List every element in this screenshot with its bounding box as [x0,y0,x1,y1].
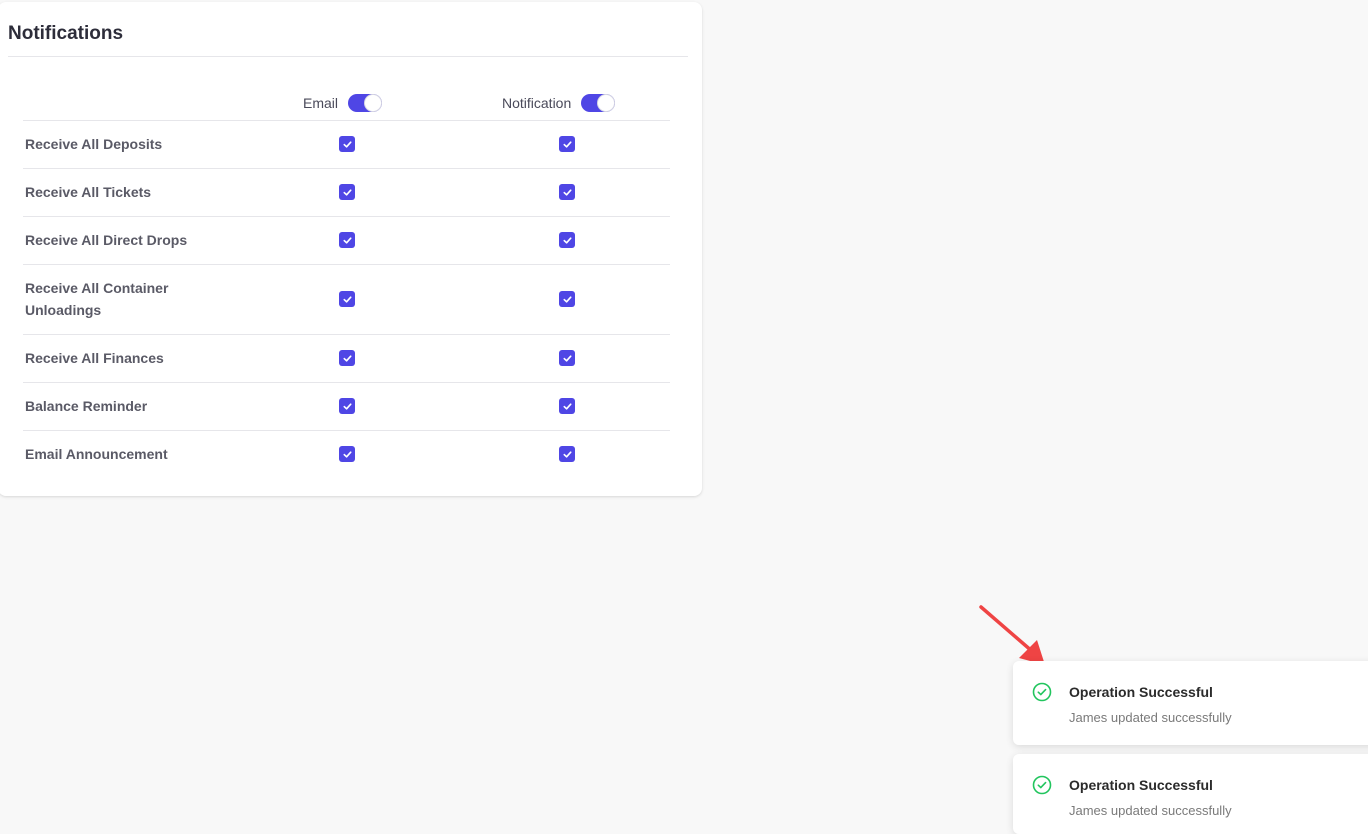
check-circle-icon [1032,775,1052,795]
notification-column-header: Notification [502,92,616,114]
row-label-email-announcement: Email Announcement [25,446,168,462]
toast-title: Operation Successful [1069,777,1213,793]
toast-title: Operation Successful [1069,684,1213,700]
check-icon [562,354,572,362]
card-title: Notifications [8,23,124,44]
check-icon [562,140,572,148]
check-icon [342,354,352,362]
toast-notification[interactable]: Operation Successful James updated succe… [1013,661,1368,745]
check-icon [342,402,352,410]
row-label-container-unloadings: Receive All Container Unloadings [25,280,169,318]
notification-checkbox-tickets[interactable] [559,184,575,200]
toast-message: James updated successfully [1069,803,1232,818]
email-master-toggle[interactable] [348,94,383,112]
toast-notification[interactable]: Operation Successful James updated succe… [1013,754,1368,834]
email-column-label: Email [303,95,339,111]
row-label-deposits: Receive All Deposits [25,136,163,152]
toggle-knob [365,95,382,111]
check-icon [342,295,352,303]
email-checkbox-tickets[interactable] [339,184,355,200]
row-label-finances: Receive All Finances [25,350,164,366]
email-checkbox-balance-reminder[interactable] [339,398,355,414]
row-label-direct-drops: Receive All Direct Drops [25,232,188,248]
toast-message: James updated successfully [1069,710,1232,725]
email-column-header: Email [303,92,383,114]
notification-checkbox-email-announcement[interactable] [559,446,575,462]
email-checkbox-finances[interactable] [339,350,355,366]
divider [8,56,688,57]
email-checkbox-container-unloadings[interactable] [339,291,355,307]
toggle-knob [598,95,615,111]
notification-checkbox-balance-reminder[interactable] [559,398,575,414]
check-icon [342,140,352,148]
check-icon [342,188,352,196]
row-divider [23,382,670,383]
notification-checkbox-container-unloadings[interactable] [559,291,575,307]
check-icon [342,450,352,458]
notification-column-label: Notification [502,95,572,111]
annotation-arrow-icon [979,605,1045,665]
row-divider [23,168,670,169]
row-divider [23,264,670,265]
row-label-tickets: Receive All Tickets [25,184,152,200]
notification-checkbox-direct-drops[interactable] [559,232,575,248]
row-divider [23,216,670,217]
email-checkbox-direct-drops[interactable] [339,232,355,248]
check-icon [562,450,572,458]
row-divider [23,430,670,431]
notifications-card: Notifications Email Notification Receive… [0,2,702,496]
check-icon [562,295,572,303]
notification-master-toggle[interactable] [581,94,616,112]
notification-checkbox-finances[interactable] [559,350,575,366]
row-divider [23,120,670,121]
row-label-balance-reminder: Balance Reminder [25,398,148,414]
notification-checkbox-deposits[interactable] [559,136,575,152]
email-checkbox-deposits[interactable] [339,136,355,152]
check-icon [562,188,572,196]
check-icon [562,402,572,410]
check-circle-icon [1032,682,1052,702]
email-checkbox-email-announcement[interactable] [339,446,355,462]
check-icon [342,236,352,244]
row-divider [23,334,670,335]
check-icon [562,236,572,244]
